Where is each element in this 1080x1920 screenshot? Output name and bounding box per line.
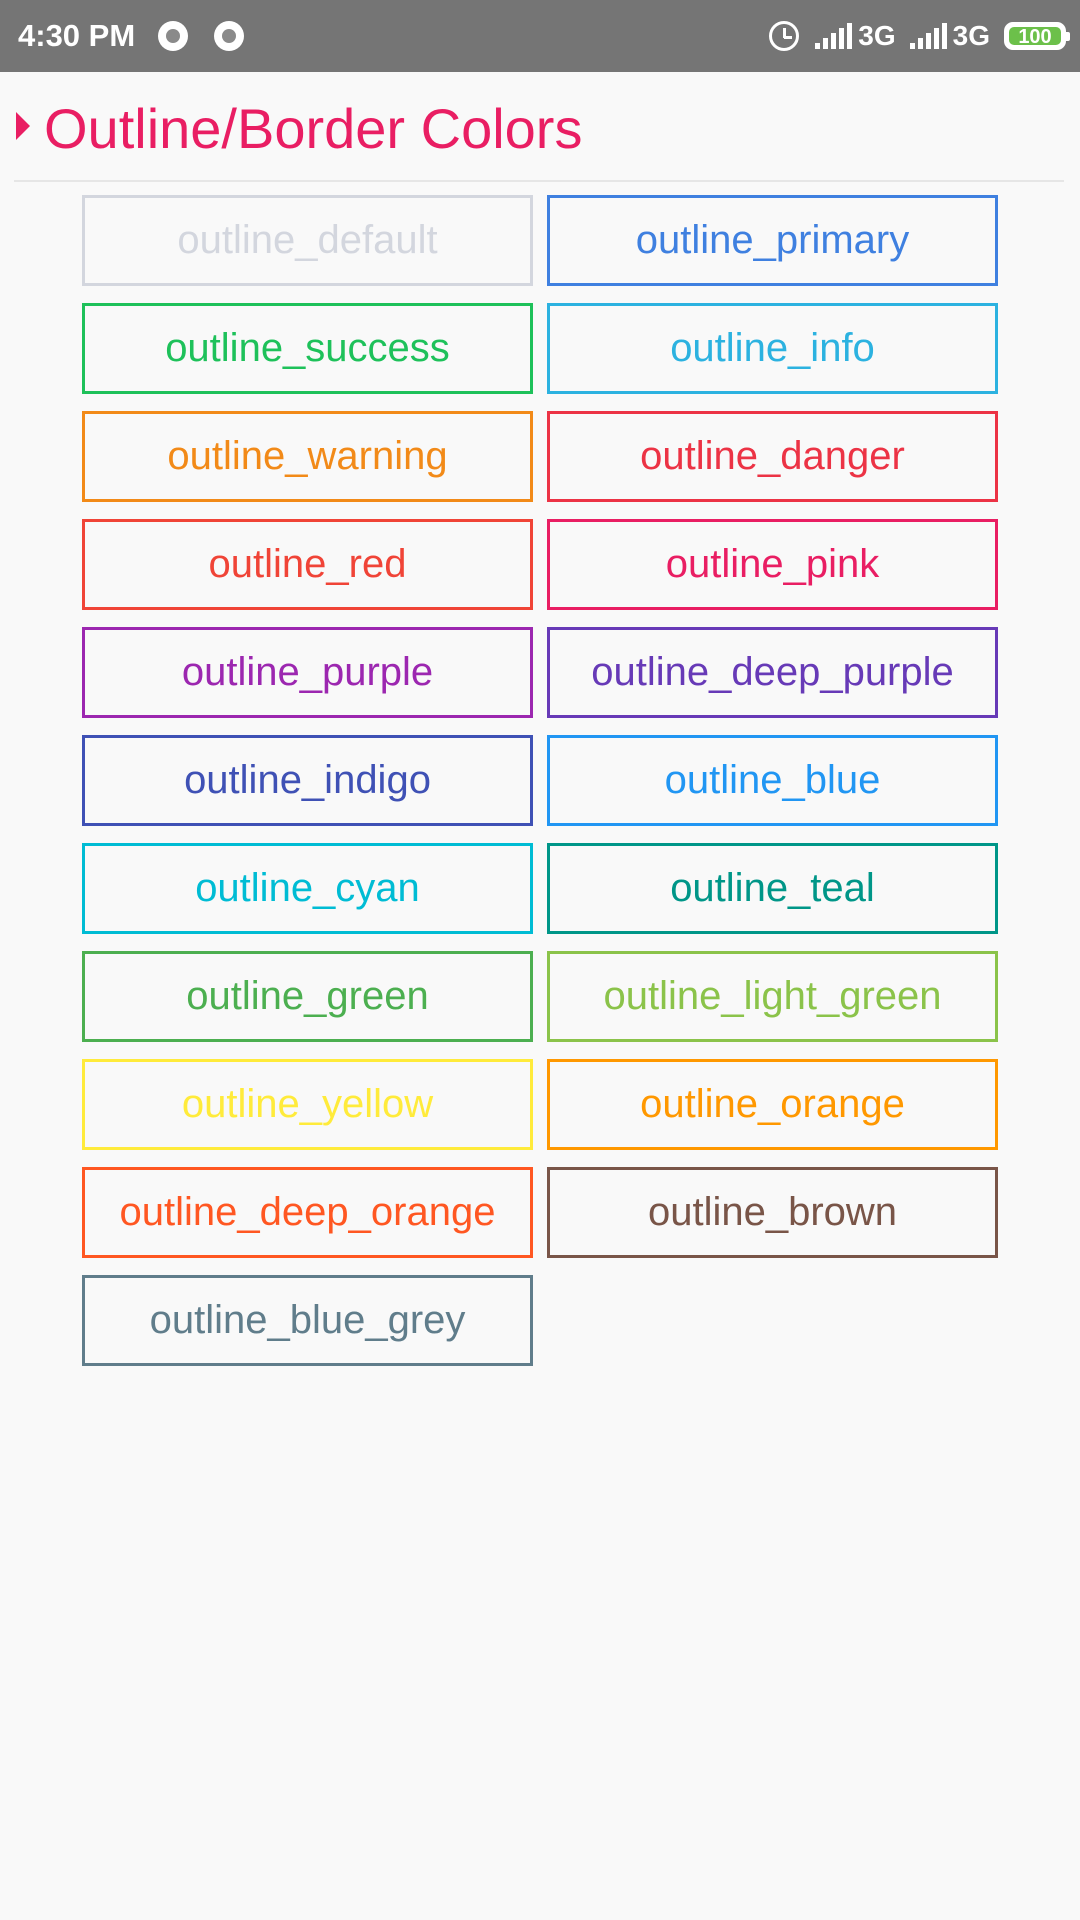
battery-level: 100 bbox=[1009, 27, 1061, 47]
network-type-label: 3G bbox=[952, 20, 990, 51]
outline-blue-grey-button[interactable]: outline_blue_grey bbox=[82, 1275, 533, 1366]
signal-icon bbox=[815, 23, 853, 49]
button-grid: outline_default outline_primary outline_su… bbox=[82, 195, 998, 1366]
alarm-icon bbox=[769, 21, 800, 51]
outline-primary-button[interactable]: outline_primary bbox=[547, 195, 998, 286]
status-bar: 4:30 PM 3G 3G 100 bbox=[0, 0, 1080, 72]
outline-info-button[interactable]: outline_info bbox=[547, 303, 998, 394]
outline-deep-orange-button[interactable]: outline_deep_orange bbox=[82, 1167, 533, 1258]
battery-icon: 100 bbox=[1004, 22, 1070, 50]
outline-teal-button[interactable]: outline_teal bbox=[547, 843, 998, 934]
outline-blue-button[interactable]: outline_blue bbox=[547, 735, 998, 826]
section-header[interactable]: Outline/Border Colors bbox=[0, 80, 1080, 180]
section-title: Outline/Border Colors bbox=[44, 97, 583, 160]
outline-success-button[interactable]: outline_success bbox=[82, 303, 533, 394]
notification-dot-icon bbox=[158, 21, 188, 51]
outline-pink-button[interactable]: outline_pink bbox=[547, 519, 998, 610]
outline-indigo-button[interactable]: outline_indigo bbox=[82, 735, 533, 826]
outline-red-button[interactable]: outline_red bbox=[82, 519, 533, 610]
outline-warning-button[interactable]: outline_warning bbox=[82, 411, 533, 502]
divider bbox=[14, 180, 1064, 182]
outline-light-green-button[interactable]: outline_light_green bbox=[547, 951, 998, 1042]
caret-right-icon bbox=[16, 112, 30, 140]
outline-yellow-button[interactable]: outline_yellow bbox=[82, 1059, 533, 1150]
outline-deep-purple-button[interactable]: outline_deep_purple bbox=[547, 627, 998, 718]
outline-green-button[interactable]: outline_green bbox=[82, 951, 533, 1042]
status-indicators: 3G 3G 100 bbox=[769, 0, 1070, 72]
outline-brown-button[interactable]: outline_brown bbox=[547, 1167, 998, 1258]
status-time: 4:30 PM bbox=[18, 18, 136, 53]
outline-orange-button[interactable]: outline_orange bbox=[547, 1059, 998, 1150]
network-type-label: 3G bbox=[858, 20, 896, 51]
signal-icon bbox=[909, 23, 947, 49]
outline-cyan-button[interactable]: outline_cyan bbox=[82, 843, 533, 934]
outline-default-button[interactable]: outline_default bbox=[82, 195, 533, 286]
outline-danger-button[interactable]: outline_danger bbox=[547, 411, 998, 502]
outline-purple-button[interactable]: outline_purple bbox=[82, 627, 533, 718]
notification-dot-icon bbox=[214, 21, 244, 51]
